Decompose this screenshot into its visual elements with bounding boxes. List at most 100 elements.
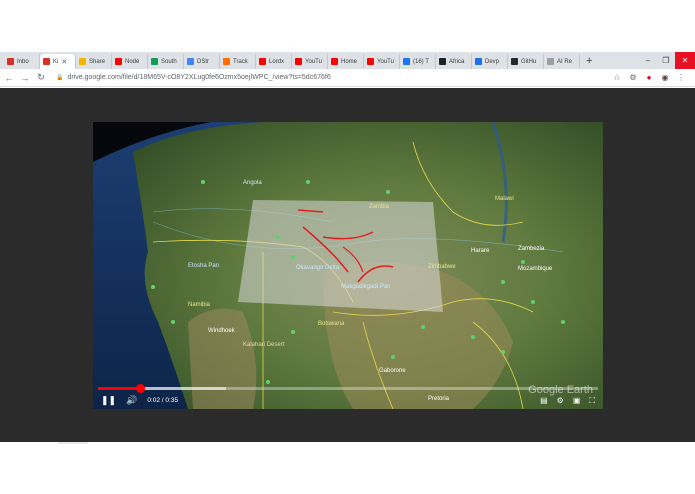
tab-favicon-icon — [367, 58, 374, 65]
tab-label: GitHu — [521, 58, 537, 65]
tab-favicon-icon — [331, 58, 338, 65]
tab-label: Track — [233, 58, 248, 65]
captions-icon[interactable]: ▤ — [540, 396, 548, 405]
bottom-divider — [58, 442, 88, 444]
browser-tab[interactable]: Inbo — [4, 54, 40, 69]
tab-label: Share — [89, 58, 106, 65]
time-total: 0:35 — [165, 397, 179, 404]
google-earth-map: Angola Zambia Malawi Zambezia Mozambique… — [93, 122, 603, 409]
tab-favicon-icon — [115, 58, 122, 65]
browser-tab[interactable]: Share — [76, 54, 112, 69]
map-label-okavango: Okavango Delta — [296, 265, 340, 271]
browser-tab[interactable]: Devp — [472, 54, 508, 69]
tab-favicon-icon — [187, 58, 194, 65]
tab-favicon-icon — [403, 58, 410, 65]
map-label-windhoek: Windhoek — [208, 328, 236, 334]
browser-tab[interactable]: GitHu — [508, 54, 544, 69]
time-current: 0:02 — [147, 397, 160, 404]
tab-favicon-icon — [151, 58, 158, 65]
pause-icon[interactable]: ❚❚ — [101, 395, 116, 406]
profile-avatar-icon[interactable]: ◉ — [657, 73, 673, 82]
browser-tab[interactable]: DStr — [184, 54, 220, 69]
browser-tab[interactable]: Lordx — [256, 54, 292, 69]
tab-favicon-icon — [79, 58, 86, 65]
close-window-icon[interactable]: ✕ — [675, 52, 695, 69]
tab-favicon-icon — [295, 58, 302, 65]
browser-tab[interactable]: Africa — [436, 54, 472, 69]
tab-label: Node — [125, 58, 140, 65]
tab-favicon-icon — [43, 58, 50, 65]
progress-played — [98, 387, 140, 390]
forward-icon[interactable]: → — [18, 73, 32, 83]
map-label-botswana: Botswana — [318, 321, 345, 327]
map-label-zambezia: Zambezia — [518, 246, 545, 252]
window-controls: – ❐ ✕ — [639, 52, 695, 69]
browser-tab[interactable]: YouTu — [292, 54, 328, 69]
player-controls-right: ▤ ⚙ ▣ ⛶ — [531, 396, 595, 406]
page-bottom-background — [0, 442, 695, 494]
map-label-gaborone: Gaborone — [379, 368, 406, 374]
map-label-zambia: Zambia — [369, 204, 390, 210]
tab-favicon-icon — [511, 58, 518, 65]
browser-tab[interactable]: Ki ✕ — [40, 54, 76, 69]
tab-close-icon[interactable]: ✕ — [61, 58, 67, 66]
browser-tab[interactable]: Node — [112, 54, 148, 69]
map-label-malawi: Malawi — [495, 196, 514, 202]
overlay-image — [238, 200, 443, 312]
settings-gear-icon[interactable]: ⚙ — [557, 396, 564, 405]
tab-favicon-icon — [475, 58, 482, 65]
tab-list: Inbo Ki ✕ Share Node South DStr Track Lordx YouTu… — [0, 52, 580, 69]
tab-label: DStr — [197, 58, 209, 65]
lock-icon: 🔒 — [56, 75, 64, 81]
tab-label: Lordx — [269, 58, 285, 65]
tab-label: Inbo — [17, 58, 29, 65]
restore-icon[interactable]: ❐ — [657, 52, 675, 69]
tab-label: Ki — [53, 58, 59, 65]
map-label-angola: Angola — [243, 180, 262, 186]
tab-favicon-icon — [439, 58, 446, 65]
tab-label: YouTu — [377, 58, 394, 65]
tab-label: (16) T — [413, 58, 429, 65]
miniplayer-icon[interactable]: ▣ — [573, 396, 581, 405]
toolbar-extensions: ☆ ⚙ ● ◉ ⋮ — [609, 73, 689, 82]
browser-tab[interactable]: AI Re — [544, 54, 580, 69]
time-display: 0:02 / 0:35 — [147, 397, 178, 404]
tab-favicon-icon — [259, 58, 266, 65]
minimize-icon[interactable]: – — [639, 52, 657, 69]
progress-bar[interactable] — [98, 384, 598, 393]
back-icon[interactable]: ← — [2, 73, 16, 83]
map-label-zimbabwe: Zimbabwe — [428, 264, 456, 270]
map-label-namibia: Namibia — [188, 302, 211, 308]
tab-strip: Inbo Ki ✕ Share Node South DStr Track Lordx YouTu… — [0, 52, 695, 69]
bookmark-star-icon[interactable]: ☆ — [609, 73, 625, 82]
tab-favicon-icon — [7, 58, 14, 65]
map-label-kalahari: Kalahari Desert — [243, 342, 285, 348]
browser-tab[interactable]: Track — [220, 54, 256, 69]
address-bar[interactable]: 🔒 drive.google.com/file/d/18M65V-cO8Y2XL… — [56, 71, 596, 84]
tab-favicon-icon — [223, 58, 230, 65]
video-player[interactable]: Angola Zambia Malawi Zambezia Mozambique… — [93, 122, 603, 409]
browser-tab[interactable]: Home — [328, 54, 364, 69]
extension-icon[interactable]: ⚙ — [625, 73, 641, 82]
map-label-etosha: Etosha Pan — [188, 263, 219, 269]
tab-label: Home — [341, 58, 358, 65]
player-controls: ❚❚ 🔊 0:02 / 0:35 ▤ ⚙ ▣ ⛶ — [93, 392, 603, 409]
volume-icon[interactable]: 🔊 — [126, 395, 137, 406]
fullscreen-icon[interactable]: ⛶ — [589, 396, 595, 406]
tab-favicon-icon — [547, 58, 554, 65]
new-tab-button[interactable]: + — [580, 54, 598, 69]
browser-toolbar: ← → ↻ 🔒 drive.google.com/file/d/18M65V-c… — [0, 69, 695, 87]
url-text: drive.google.com/file/d/18M65V-cO8Y2XLug… — [67, 74, 331, 81]
tab-label: AI Re — [557, 58, 573, 65]
page-top-background — [0, 0, 695, 52]
tab-label: Devp — [485, 58, 500, 65]
map-label-makgadikgadi: Makgadikgadi Pan — [341, 284, 390, 290]
menu-icon[interactable]: ⋮ — [673, 73, 689, 82]
reload-icon[interactable]: ↻ — [34, 72, 48, 83]
pinterest-icon[interactable]: ● — [641, 73, 657, 82]
browser-tab[interactable]: YouTu — [364, 54, 400, 69]
browser-tab[interactable]: South — [148, 54, 184, 69]
tab-label: South — [161, 58, 177, 65]
browser-tab[interactable]: (16) T — [400, 54, 436, 69]
map-label-harare: Harare — [471, 248, 490, 254]
